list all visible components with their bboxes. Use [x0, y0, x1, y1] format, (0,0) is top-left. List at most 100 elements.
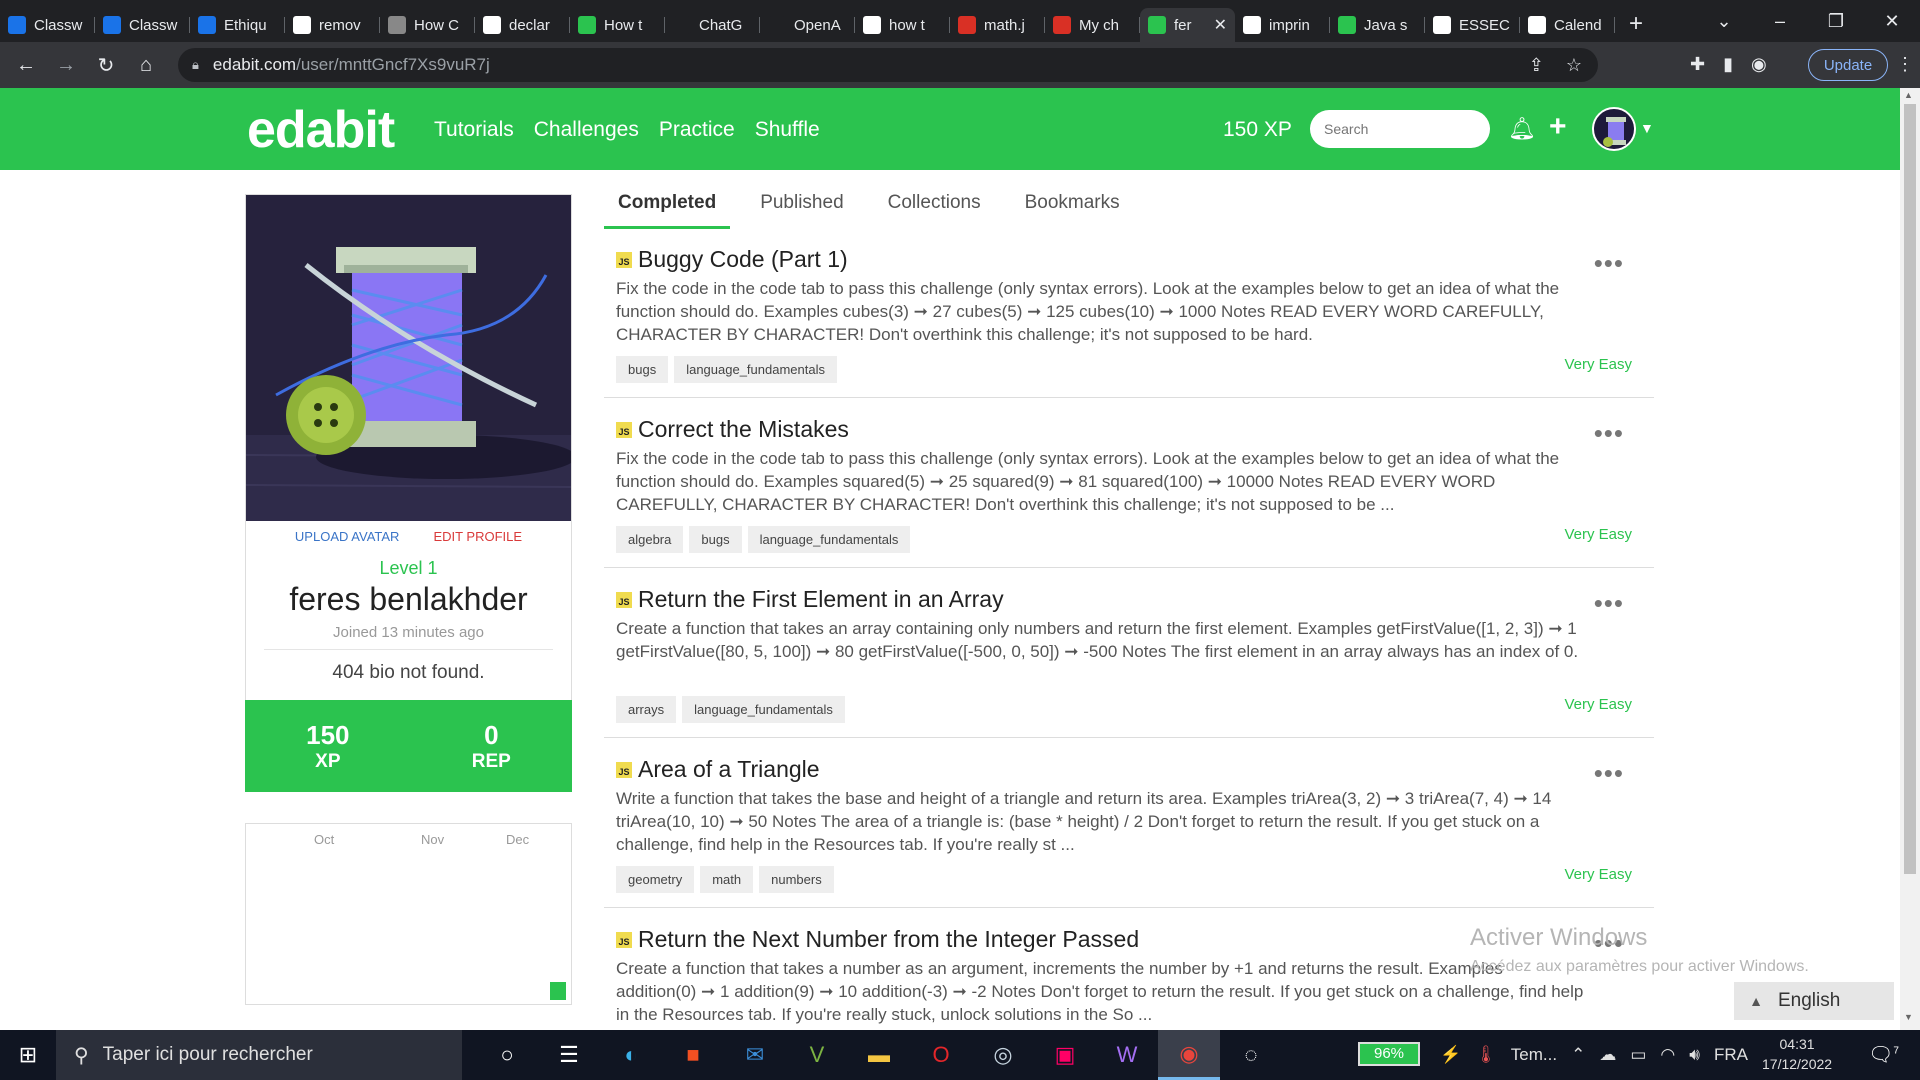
challenge-title[interactable]: Return the First Element in an Array: [638, 586, 1004, 612]
tab-published[interactable]: Published: [746, 188, 857, 229]
browser-tab[interactable]: My ch: [1045, 8, 1140, 42]
task-view-icon[interactable]: ○: [476, 1030, 538, 1080]
reload-icon[interactable]: ↻: [86, 53, 126, 78]
mail-icon[interactable]: ✉: [724, 1030, 786, 1080]
side-panel-icon[interactable]: ▮: [1723, 54, 1733, 75]
chrome-icon[interactable]: ◉: [1158, 1030, 1220, 1080]
more-options-icon[interactable]: •••: [1594, 588, 1624, 619]
app-w-icon[interactable]: W: [1096, 1030, 1158, 1080]
tray-expand-icon[interactable]: ⌃: [1571, 1045, 1585, 1065]
vim-icon[interactable]: V: [786, 1030, 848, 1080]
browser-tab[interactable]: Ethiqu: [190, 8, 285, 42]
browser-menu-icon[interactable]: ⋮: [1896, 54, 1914, 75]
forward-icon[interactable]: →: [46, 54, 86, 77]
browser-tab[interactable]: remov: [285, 8, 380, 42]
weather-label[interactable]: Tem...: [1511, 1045, 1557, 1065]
browser-tab[interactable]: fer ✕: [1140, 8, 1235, 42]
bookmark-star-icon[interactable]: ☆: [1566, 55, 1582, 76]
challenge-title[interactable]: Buggy Code (Part 1): [638, 246, 848, 272]
close-window-icon[interactable]: ✕: [1864, 11, 1920, 32]
browser-tab[interactable]: imprin: [1235, 8, 1330, 42]
profile-icon[interactable]: ◉: [1751, 54, 1767, 75]
heatmap-active-day[interactable]: [550, 982, 566, 1000]
language-indicator[interactable]: FRA: [1714, 1045, 1748, 1065]
browser-tab[interactable]: Java s: [1330, 8, 1425, 42]
windows-start-icon[interactable]: ⊞: [0, 1042, 56, 1068]
browser-tab[interactable]: How t: [570, 8, 665, 42]
steam-icon[interactable]: ◎: [972, 1030, 1034, 1080]
store-icon[interactable]: ■: [662, 1030, 724, 1080]
tab-completed[interactable]: Completed: [604, 188, 731, 229]
restore-icon[interactable]: ❐: [1808, 11, 1864, 32]
intellij-icon[interactable]: ▣: [1034, 1030, 1096, 1080]
share-icon[interactable]: ⇪: [1529, 55, 1544, 76]
back-icon[interactable]: ←: [6, 54, 46, 77]
notifications-icon[interactable]: 🗨︎7: [1868, 1042, 1899, 1067]
nav-practice[interactable]: Practice: [659, 118, 735, 142]
create-plus-icon[interactable]: +: [1549, 110, 1567, 144]
language-selector[interactable]: ▲ English: [1734, 982, 1894, 1020]
tab-search-icon[interactable]: ⌄: [1696, 11, 1752, 32]
notifications-bell-icon[interactable]: 🔔︎: [1508, 116, 1536, 142]
obs-icon[interactable]: ◌: [1220, 1030, 1282, 1080]
taskbar-search[interactable]: ⚲ Taper ici pour rechercher: [56, 1030, 462, 1080]
edge-icon[interactable]: ◐: [600, 1030, 662, 1080]
tag[interactable]: language_fundamentals: [674, 356, 837, 383]
browser-tab[interactable]: OpenA: [760, 8, 855, 42]
file-explorer-icon[interactable]: ▬: [848, 1030, 910, 1080]
challenge-card[interactable]: JS Correct the Mistakes Fix the code in t…: [604, 398, 1654, 568]
challenge-title[interactable]: Return the Next Number from the Integer …: [638, 926, 1139, 952]
more-options-icon[interactable]: •••: [1594, 418, 1624, 449]
tag[interactable]: language_fundamentals: [747, 526, 911, 553]
minimize-icon[interactable]: –: [1752, 11, 1808, 32]
close-tab-icon[interactable]: ✕: [1214, 15, 1227, 35]
browser-tab[interactable]: ESSEC: [1425, 8, 1520, 42]
more-options-icon[interactable]: •••: [1594, 248, 1624, 279]
nav-challenges[interactable]: Challenges: [534, 118, 639, 142]
tab-collections[interactable]: Collections: [874, 188, 995, 229]
widgets-icon[interactable]: ☰: [538, 1030, 600, 1080]
upload-avatar-link[interactable]: UPLOAD AVATAR: [295, 529, 400, 544]
tag[interactable]: geometry: [616, 866, 695, 893]
challenge-title[interactable]: Correct the Mistakes: [638, 416, 849, 442]
challenge-card[interactable]: JS Return the First Element in an Array C…: [604, 568, 1654, 738]
search-input[interactable]: [1310, 110, 1490, 148]
browser-tab[interactable]: declar: [475, 8, 570, 42]
lock-icon[interactable]: 🔒︎: [192, 57, 199, 73]
edit-profile-link[interactable]: EDIT PROFILE: [433, 529, 522, 544]
more-options-icon[interactable]: •••: [1594, 758, 1624, 789]
browser-tab[interactable]: Classw: [0, 8, 95, 42]
tag[interactable]: numbers: [759, 866, 834, 893]
browser-tab[interactable]: Classw: [95, 8, 190, 42]
battery-indicator[interactable]: 96%: [1358, 1042, 1420, 1066]
challenge-card[interactable]: JS Buggy Code (Part 1) Fix the code in th…: [604, 228, 1654, 398]
avatar-dropdown-icon[interactable]: ▼: [1640, 120, 1654, 136]
nav-shuffle[interactable]: Shuffle: [755, 118, 820, 142]
browser-tab[interactable]: ChatG: [665, 8, 760, 42]
battery-icon[interactable]: ▭: [1630, 1045, 1646, 1065]
tag[interactable]: math: [700, 866, 754, 893]
taskbar-clock[interactable]: 04:31 17/12/2022: [1762, 1034, 1832, 1074]
browser-tab[interactable]: How C: [380, 8, 475, 42]
edabit-logo[interactable]: edabit: [247, 100, 395, 160]
browser-tab[interactable]: Calend: [1520, 8, 1615, 42]
cloud-icon[interactable]: ☁: [1599, 1045, 1616, 1065]
opera-icon[interactable]: O: [910, 1030, 972, 1080]
scroll-up-icon[interactable]: ▲: [1904, 90, 1913, 100]
volume-icon[interactable]: 🔊︎: [1689, 1045, 1700, 1065]
scroll-thumb[interactable]: [1904, 104, 1916, 874]
challenge-title[interactable]: Area of a Triangle: [638, 756, 820, 782]
tab-bookmarks[interactable]: Bookmarks: [1011, 188, 1134, 229]
tag[interactable]: algebra: [616, 526, 684, 553]
tag[interactable]: bugs: [689, 526, 742, 553]
page-scrollbar[interactable]: ▲ ▼: [1900, 88, 1920, 1030]
challenge-card[interactable]: JS Area of a Triangle Write a function th…: [604, 738, 1654, 908]
nav-tutorials[interactable]: Tutorials: [434, 118, 514, 142]
new-tab-button[interactable]: +: [1629, 10, 1643, 38]
user-avatar[interactable]: [1592, 107, 1636, 151]
update-button[interactable]: Update: [1808, 49, 1888, 81]
browser-tab[interactable]: math.j: [950, 8, 1045, 42]
browser-tab[interactable]: how t: [855, 8, 950, 42]
tag[interactable]: bugs: [616, 356, 669, 383]
address-bar[interactable]: 🔒︎ edabit.com/user/mnttGncf7Xs9vuR7j ⇪ ☆: [178, 48, 1598, 82]
